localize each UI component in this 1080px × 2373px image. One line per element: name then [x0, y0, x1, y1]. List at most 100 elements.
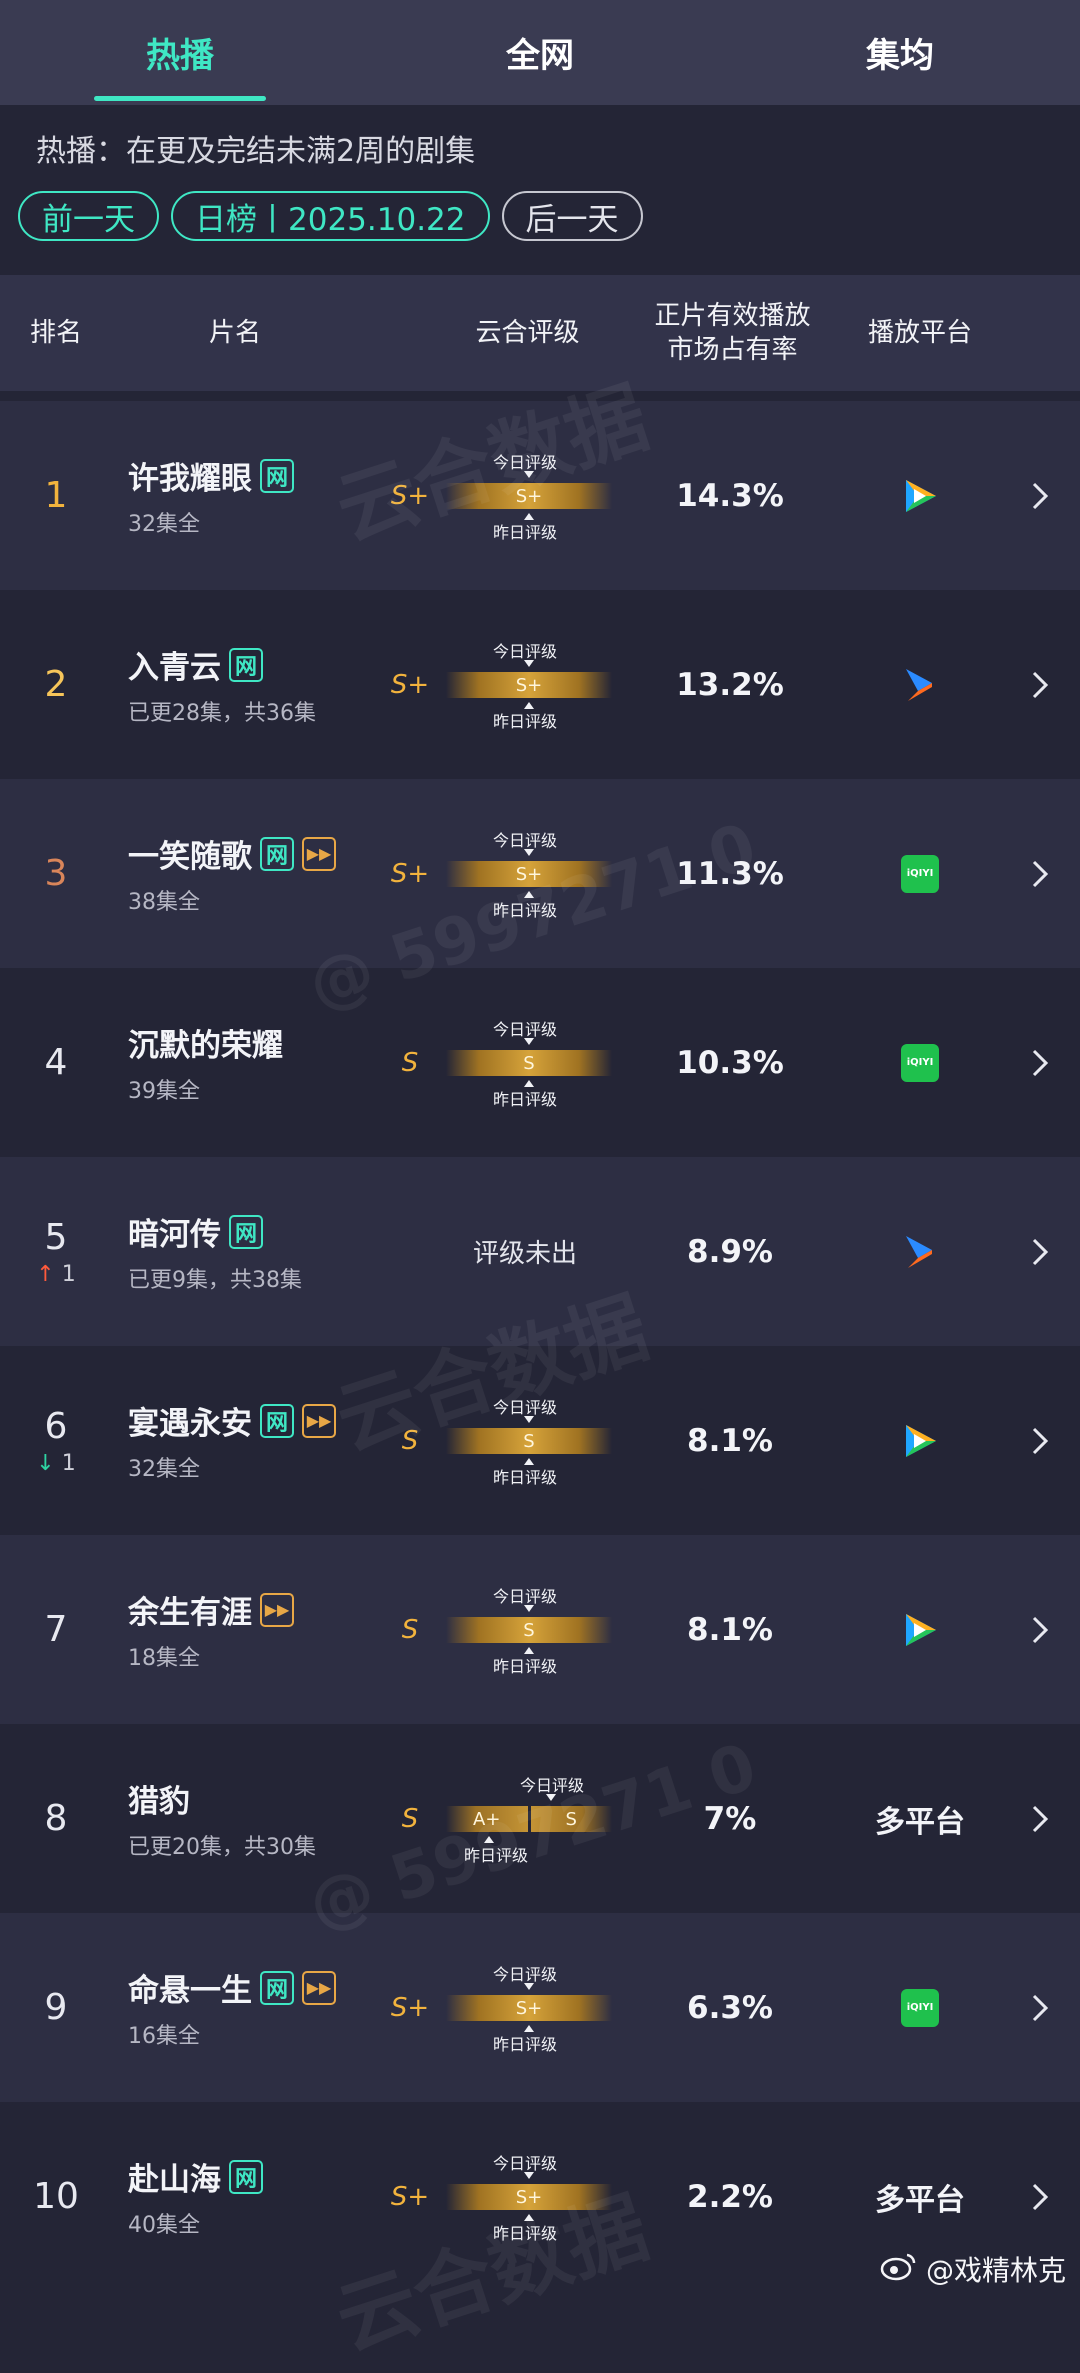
today-grade-label: 今日评级 — [493, 1965, 558, 1984]
episode-info: 已更28集，共36集 — [128, 701, 316, 726]
today-marker — [524, 1416, 534, 1423]
grade-letter: S — [401, 1047, 419, 1078]
tab-episode-average[interactable]: 集均 — [720, 0, 1080, 105]
tab-network[interactable]: 全网 — [360, 0, 720, 105]
yesterday-grade-label: 昨日评级 — [493, 901, 558, 920]
rank-number: 5 — [44, 1216, 68, 1258]
today-grade-value: S+ — [515, 863, 543, 885]
rank-cell: 4 — [0, 968, 112, 1157]
drama-title: 宴遇永安 — [128, 1406, 252, 1442]
today-grade-label: 今日评级 — [493, 642, 558, 661]
header-title: 片名 — [208, 318, 261, 348]
yesterday-grade-label: 昨日评级 — [493, 1090, 558, 1109]
network-badge: 网 — [229, 2159, 263, 2194]
rank-cell: 1 — [0, 401, 112, 590]
platform-cell: 多平台 — [845, 1724, 995, 1913]
fast-forward-icon: ▶▶ — [302, 836, 336, 871]
drama-title: 沉默的荣耀 — [128, 1028, 283, 1064]
yesterday-grade-label: 昨日评级 — [464, 1846, 529, 1865]
episode-info: 18集全 — [128, 1646, 200, 1671]
table-row[interactable]: 3 一笑随歌网 ▶▶ 38集全 S+ 今日评级 S+ 昨日评级 11.3% iQIYI — [0, 779, 1080, 968]
grade-letter: S+ — [390, 858, 430, 889]
iqiyi-label: iQIYI — [906, 868, 934, 879]
grade-cell: S 今日评级 S 昨日评级 — [380, 1535, 612, 1724]
yesterday-grade-label: 昨日评级 — [493, 1468, 558, 1487]
chevron-right-icon[interactable] — [1020, 968, 1060, 1157]
author-credit: @戏精林克 — [880, 2249, 1066, 2289]
iqiyi-icon: iQIYI — [901, 1988, 939, 2027]
network-badge: 网 — [260, 1403, 294, 1438]
grade-cell: S 今日评级 S 昨日评级 — [380, 968, 612, 1157]
rank-number: 8 — [44, 1798, 68, 1839]
table-row[interactable]: 2 入青云网已更28集，共36集 S+ 今日评级 S+ 昨日评级 13.2% — [0, 590, 1080, 779]
episode-info: 已更9集，共38集 — [128, 1268, 302, 1293]
chevron-right-icon[interactable] — [1020, 590, 1060, 779]
platform-cell: iQIYI — [845, 968, 995, 1157]
drama-title: 一笑随歌 — [128, 839, 252, 875]
market-share: 2.2% — [687, 2178, 773, 2215]
title-cell: 猎豹 已更20集，共30集 — [128, 1724, 398, 1913]
today-grade-value: S+ — [515, 1997, 543, 2019]
table-row[interactable]: 4 沉默的荣耀 39集全 S 今日评级 S 昨日评级 10.3% iQIYI — [0, 968, 1080, 1157]
chevron-right-icon[interactable] — [1020, 401, 1060, 590]
rank-cell: 6 ↓ 1 — [0, 1346, 112, 1535]
chevron-right-icon[interactable] — [1020, 1724, 1060, 1913]
table-row[interactable]: 7 余生有涯 ▶▶ 18集全 S 今日评级 S 昨日评级 8.1% — [0, 1535, 1080, 1724]
drama-title: 许我耀眼 — [128, 461, 252, 497]
rank-number: 3 — [44, 853, 68, 894]
platform-text: 多平台 — [875, 1804, 965, 1840]
iqiyi-icon: iQIYI — [901, 854, 939, 893]
grade-letter: S+ — [390, 480, 430, 511]
platform-text: 多平台 — [875, 2182, 965, 2218]
yesterday-grade-label: 昨日评级 — [493, 2224, 558, 2243]
tencent-video-icon — [906, 1424, 936, 1457]
episode-info: 已更20集，共30集 — [128, 1835, 316, 1860]
today-grade-value: S — [523, 1430, 535, 1452]
platform-cell — [845, 401, 995, 590]
chevron-right-icon[interactable] — [1020, 779, 1060, 968]
title-cell: 一笑随歌网 ▶▶ 38集全 — [128, 779, 398, 968]
today-marker — [524, 1038, 534, 1045]
header-grade: 云合评级 — [475, 318, 580, 348]
header-share-line1: 正片有效播放 — [654, 301, 811, 331]
grade-cell: S+ 今日评级 S+ 昨日评级 — [380, 590, 612, 779]
today-marker — [524, 471, 534, 478]
fast-forward-icon: ▶▶ — [302, 1970, 336, 2005]
network-badge: 网 — [229, 647, 263, 682]
rank-change-value: 1 — [61, 1450, 76, 1476]
platform-cell — [845, 1157, 995, 1346]
episode-info: 16集全 — [128, 2024, 200, 2049]
episode-info: 40集全 — [128, 2213, 200, 2238]
grade-letter: S+ — [390, 1992, 430, 2023]
grade-bar: A+ S — [446, 1806, 612, 1832]
rank-cell: 8 — [0, 1724, 112, 1913]
grade-letter: S+ — [390, 2181, 430, 2212]
date-picker-button[interactable]: 日榜丨2025.10.22 — [171, 191, 490, 241]
header-platform: 播放平台 — [867, 318, 972, 348]
market-share: 6.3% — [687, 1989, 773, 2026]
next-day-button[interactable]: 后一天 — [501, 191, 643, 241]
table-row[interactable]: 1 许我耀眼网 32集全 S+ 今日评级 S+ 昨日评级 14.3% — [0, 401, 1080, 590]
chevron-right-icon[interactable] — [1020, 1535, 1060, 1724]
today-marker — [524, 2172, 534, 2179]
chevron-right-icon[interactable] — [1020, 1157, 1060, 1346]
today-grade-value: S+ — [515, 2186, 543, 2208]
today-marker — [524, 849, 534, 856]
tab-hot[interactable]: 热播 — [0, 0, 360, 105]
table-row[interactable]: 8 猎豹 已更20集，共30集 S 今日评级 A+ S 昨日评级 7% 多平台 — [0, 1724, 1080, 1913]
today-marker — [524, 1983, 534, 1990]
prev-day-button[interactable]: 前一天 — [18, 191, 159, 241]
rank-number: 2 — [44, 664, 68, 705]
table-row[interactable]: 6 ↓ 1 宴遇永安网 ▶▶ 32集全 S 今日评级 S 昨日评级 8.1% — [0, 1346, 1080, 1535]
table-row[interactable]: 9 命悬一生网 ▶▶ 16集全 S+ 今日评级 S+ 昨日评级 6.3% iQIYI — [0, 1913, 1080, 2102]
drama-title: 命悬一生 — [128, 1973, 252, 2009]
table-row[interactable]: 5 ↑ 1 暗河传网已更9集，共38集 评级未出 8.9% — [0, 1157, 1080, 1346]
table-header: 排名 片名 云合评级 正片有效播放 市场占有率 播放平台 — [0, 275, 1080, 391]
chevron-right-icon[interactable] — [1020, 1346, 1060, 1535]
chevron-right-icon[interactable] — [1020, 1913, 1060, 2102]
today-grade-label: 今日评级 — [493, 1587, 558, 1606]
grade-cell: S 今日评级 S 昨日评级 — [380, 1346, 612, 1535]
rank-cell: 10 — [0, 2102, 112, 2291]
arrow-down-icon: ↓ — [36, 1450, 55, 1476]
header-rank: 排名 — [29, 318, 82, 348]
